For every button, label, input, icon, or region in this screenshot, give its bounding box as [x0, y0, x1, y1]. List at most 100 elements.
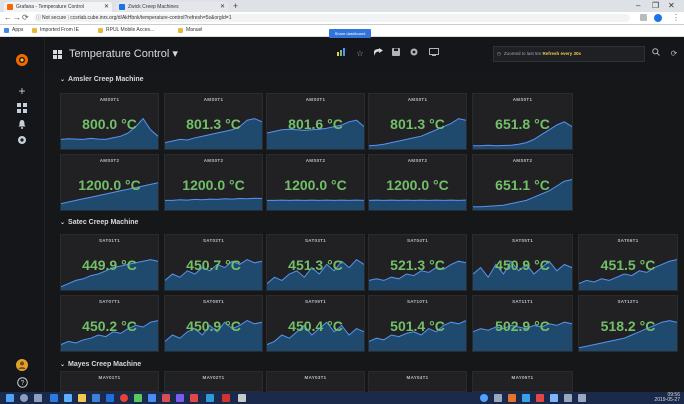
- collapse-chevron-icon[interactable]: ⌄: [60, 77, 65, 83]
- star-icon[interactable]: [640, 14, 647, 21]
- mail-icon[interactable]: [106, 394, 114, 402]
- close-tab-icon[interactable]: ✕: [220, 2, 225, 12]
- plus-icon[interactable]: +: [14, 85, 30, 97]
- stat-panel[interactable]: SAT03T1 451.3 °C: [266, 234, 365, 291]
- panel-title[interactable]: AMS0T1: [473, 97, 572, 102]
- tray-network-icon[interactable]: [480, 394, 488, 402]
- stat-panel[interactable]: MAY03T1: [266, 371, 365, 392]
- stat-panel[interactable]: SAT01T1 449.9 °C: [60, 234, 159, 291]
- chrome-icon[interactable]: [120, 394, 128, 402]
- dashboard-title[interactable]: Temperature Control ▾: [69, 47, 178, 61]
- row-title[interactable]: ⌄ Mayes Creep Machine: [60, 360, 141, 370]
- stat-panel[interactable]: SAT12T1 518.2 °C: [578, 295, 678, 352]
- task-view-icon[interactable]: [34, 394, 42, 402]
- save-dashboard-icon[interactable]: [387, 46, 405, 62]
- tray-icon[interactable]: [536, 394, 544, 402]
- panel-title[interactable]: AMS0T2: [369, 158, 466, 163]
- app-icon[interactable]: [134, 394, 142, 402]
- search-icon[interactable]: [20, 394, 28, 402]
- stat-panel[interactable]: AMS0T2 651.1 °C: [472, 154, 573, 211]
- panel-title[interactable]: SAT05T1: [473, 238, 572, 243]
- tray-icon[interactable]: [508, 394, 516, 402]
- forward-button[interactable]: →: [13, 12, 21, 24]
- folder-icon[interactable]: [78, 394, 86, 402]
- stat-panel[interactable]: AMS0T2 1200.0 °C: [60, 154, 159, 211]
- stat-panel[interactable]: SAT11T1 502.9 °C: [472, 295, 573, 352]
- grafana-logo-icon[interactable]: [14, 53, 30, 70]
- app-icon[interactable]: [176, 394, 184, 402]
- collapse-chevron-icon[interactable]: ⌄: [60, 220, 65, 226]
- row-title[interactable]: ⌄ Amsler Creep Machine: [60, 75, 144, 85]
- app-icon[interactable]: [190, 394, 198, 402]
- reload-button[interactable]: ⟳: [22, 12, 29, 24]
- panel-title[interactable]: AMS0T1: [369, 97, 466, 102]
- app-icon[interactable]: [148, 394, 156, 402]
- panel-title[interactable]: SAT06T1: [579, 238, 677, 243]
- gear-icon[interactable]: [14, 135, 30, 148]
- tray-icon[interactable]: [522, 394, 530, 402]
- panel-title[interactable]: SAT08T1: [165, 299, 262, 304]
- panel-title[interactable]: MAY02T1: [165, 375, 262, 380]
- browser-tab-zwick[interactable]: Zwick Creep Machines ✕: [116, 2, 228, 12]
- collapse-chevron-icon[interactable]: ⌄: [60, 362, 65, 368]
- row-title[interactable]: ⌄ Satec Creep Machine: [60, 218, 138, 228]
- panel-title[interactable]: AMS0T2: [473, 158, 572, 163]
- tray-icon[interactable]: [578, 394, 586, 402]
- info-icon[interactable]: ⓘ: [36, 14, 41, 22]
- panel-title[interactable]: AMS0T2: [267, 158, 364, 163]
- bookmark-manuel[interactable]: Manuel: [178, 25, 202, 36]
- new-tab-button[interactable]: +: [233, 0, 238, 12]
- browser-tab-grafana[interactable]: Grafana - Temperature Control ✕: [4, 2, 112, 12]
- panel-title[interactable]: MAY03T1: [267, 375, 364, 380]
- bookmark-imported[interactable]: Imported From IE: [32, 25, 79, 36]
- extension-icon[interactable]: [654, 14, 662, 22]
- panel-title[interactable]: MAY05T1: [473, 375, 572, 380]
- star-dashboard-icon[interactable]: ☆: [351, 46, 369, 62]
- panel-title[interactable]: SAT02T1: [165, 238, 262, 243]
- tray-icon[interactable]: [564, 394, 572, 402]
- stat-panel[interactable]: AMS0T1 801.6 °C: [266, 93, 365, 150]
- panel-title[interactable]: AMS0T1: [61, 97, 158, 102]
- panel-title[interactable]: SAT09T1: [267, 299, 364, 304]
- stat-panel[interactable]: MAY04T1: [368, 371, 467, 392]
- stat-panel[interactable]: AMS0T1 651.8 °C: [472, 93, 573, 150]
- back-button[interactable]: ←: [4, 12, 12, 24]
- chrome-menu-icon[interactable]: ⋮: [672, 12, 680, 24]
- panel-title[interactable]: SAT10T1: [369, 299, 466, 304]
- dashboards-icon[interactable]: [14, 103, 30, 116]
- stat-panel[interactable]: SAT06T1 451.5 °C: [578, 234, 678, 291]
- stat-panel[interactable]: SAT09T1 450.4 °C: [266, 295, 365, 352]
- stat-panel[interactable]: AMS0T1 800.0 °C: [60, 93, 159, 150]
- app-icon[interactable]: [222, 394, 230, 402]
- stat-panel[interactable]: SAT02T1 450.7 °C: [164, 234, 263, 291]
- panel-title[interactable]: SAT07T1: [61, 299, 158, 304]
- stat-panel[interactable]: AMS0T2 1200.0 °C: [266, 154, 365, 211]
- panel-title[interactable]: SAT11T1: [473, 299, 572, 304]
- panel-title[interactable]: SAT04T1: [369, 238, 466, 243]
- tray-icon[interactable]: [550, 394, 558, 402]
- panel-title[interactable]: AMS0T2: [165, 158, 262, 163]
- time-picker[interactable]: ◷ Zoomed to last 5m Refresh every 30s: [493, 46, 645, 62]
- panel-title[interactable]: SAT01T1: [61, 238, 158, 243]
- share-dashboard-icon[interactable]: [369, 46, 387, 62]
- settings-gear-icon[interactable]: [405, 46, 423, 62]
- panel-title[interactable]: MAY01T1: [61, 375, 158, 380]
- stat-panel[interactable]: AMS0T2 1200.0 °C: [164, 154, 263, 211]
- bookmark-rpul[interactable]: RPUL Mobile Acces...: [98, 25, 154, 36]
- bookmark-apps[interactable]: Apps: [4, 25, 23, 36]
- help-icon[interactable]: ?: [14, 377, 30, 391]
- stat-panel[interactable]: SAT07T1 450.2 °C: [60, 295, 159, 352]
- taskbar-clock[interactable]: 09:56 2019-05-27: [654, 393, 680, 403]
- edge-icon[interactable]: [50, 394, 58, 402]
- stat-panel[interactable]: SAT10T1 501.4 °C: [368, 295, 467, 352]
- app-icon[interactable]: [206, 394, 214, 402]
- panel-title[interactable]: AMS0T1: [165, 97, 262, 102]
- close-window-button[interactable]: ✕: [668, 0, 675, 12]
- panel-title[interactable]: SAT12T1: [579, 299, 677, 304]
- panel-title[interactable]: AMS0T1: [267, 97, 364, 102]
- stat-panel[interactable]: AMS0T1 801.3 °C: [164, 93, 263, 150]
- stat-panel[interactable]: MAY01T1: [60, 371, 159, 392]
- stat-panel[interactable]: MAY02T1: [164, 371, 263, 392]
- add-panel-icon[interactable]: +: [333, 46, 351, 62]
- zoom-out-icon[interactable]: [647, 46, 665, 62]
